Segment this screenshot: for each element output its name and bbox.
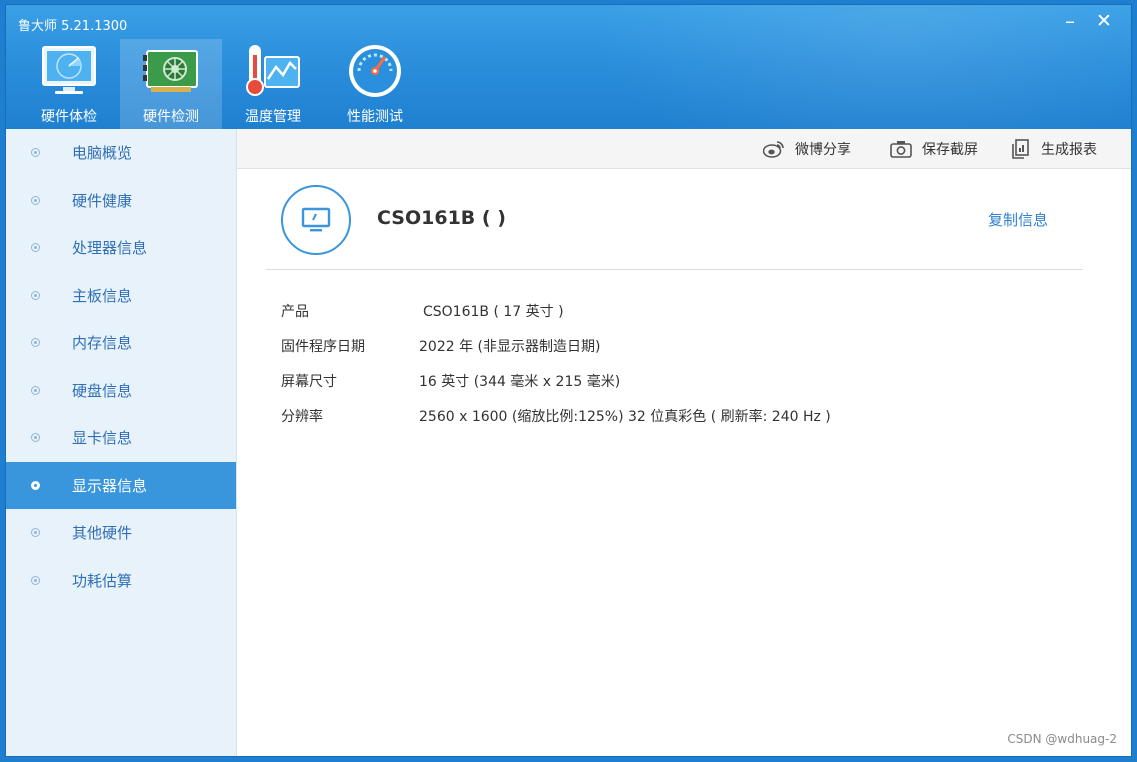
speedometer-icon <box>349 45 401 97</box>
sidebar-item-label: 硬盘信息 <box>72 381 133 400</box>
circuit-board-icon <box>143 50 198 92</box>
tab-label: 温度管理 <box>245 109 301 125</box>
watermark: CSDN @wdhuag-2 <box>1007 732 1117 746</box>
bullet-icon <box>31 480 40 490</box>
sidebar-item-label: 处理器信息 <box>72 239 148 258</box>
tab-label: 性能测试 <box>347 109 403 125</box>
info-row-screen-size: 屏幕尺寸 16 英寸 (344 毫米 x 215 毫米) <box>281 371 620 391</box>
minimize-button[interactable]: – <box>1056 9 1084 33</box>
sidebar-item-label: 硬件健康 <box>72 191 133 210</box>
info-key: 产品 <box>281 304 309 320</box>
tab-temperature[interactable]: 温度管理 <box>222 39 324 129</box>
sidebar-item-label: 其他硬件 <box>72 524 133 543</box>
weibo-share-label: 微博分享 <box>795 142 851 158</box>
app-title: 鲁大师 5.21.1300 <box>18 19 128 34</box>
tab-label: 硬件体检 <box>41 109 97 125</box>
sidebar-item-other[interactable]: 其他硬件 <box>6 509 236 557</box>
info-key: 固件程序日期 <box>281 339 365 355</box>
info-key: 分辨率 <box>281 409 323 425</box>
generate-report-button[interactable]: 生成报表 <box>1011 129 1097 169</box>
generate-report-label: 生成报表 <box>1041 142 1097 158</box>
bullet-icon <box>31 290 40 300</box>
save-screenshot-label: 保存截屏 <box>922 142 978 158</box>
tab-hardware-checkup[interactable]: 硬件体检 <box>18 39 120 129</box>
weibo-icon <box>763 141 784 158</box>
sidebar-item-cpu[interactable]: 处理器信息 <box>6 224 236 272</box>
sidebar-item-memory[interactable]: 内存信息 <box>6 319 236 367</box>
sidebar-item-label: 内存信息 <box>72 334 133 353</box>
bullet-icon <box>31 528 40 538</box>
main-content: CSO161B ( ) 复制信息 产品 CSO161B ( 17 英寸 ) 固件… <box>237 169 1131 756</box>
copy-info-link[interactable]: 复制信息 <box>988 209 1048 230</box>
info-row-firmware-date: 固件程序日期 2022 年 (非显示器制造日期) <box>281 336 600 356</box>
sidebar-item-motherboard[interactable]: 主板信息 <box>6 272 236 320</box>
info-key: 屏幕尺寸 <box>281 374 337 390</box>
bullet-icon <box>31 575 40 585</box>
tab-label: 硬件检测 <box>143 109 199 125</box>
header: 鲁大师 5.21.1300 – ✕ 硬件体检 硬件检测 温度管理 性能测试 <box>6 5 1131 129</box>
main-tabs: 硬件体检 硬件检测 温度管理 性能测试 <box>18 39 426 129</box>
monitor-icon <box>301 207 331 232</box>
bullet-icon <box>31 195 40 205</box>
sidebar-item-gpu[interactable]: 显卡信息 <box>6 414 236 462</box>
info-row-resolution: 分辨率 2560 x 1600 (缩放比例:125%) 32 位真彩色 ( 刷新… <box>281 406 831 426</box>
thermometer-chart-icon <box>246 45 300 96</box>
app-window: 鲁大师 5.21.1300 – ✕ 硬件体检 硬件检测 温度管理 性能测试 电脑… <box>6 5 1131 756</box>
sidebar-item-label: 功耗估算 <box>72 571 133 590</box>
bullet-icon <box>31 385 40 395</box>
info-value: CSO161B ( 17 英寸 ) <box>423 304 564 320</box>
sidebar-item-health[interactable]: 硬件健康 <box>6 177 236 225</box>
save-screenshot-button[interactable]: 保存截屏 <box>890 129 978 169</box>
bullet-icon <box>31 338 40 348</box>
tab-hardware-detect[interactable]: 硬件检测 <box>120 39 222 129</box>
info-value: 16 英寸 (344 毫米 x 215 毫米) <box>419 374 621 390</box>
sidebar-item-label: 显示器信息 <box>72 476 148 495</box>
info-value: 2560 x 1600 (缩放比例:125%) 32 位真彩色 ( 刷新率: 2… <box>419 409 831 425</box>
report-icon <box>1012 139 1029 159</box>
sidebar-item-display[interactable]: 显示器信息 <box>6 461 236 509</box>
bullet-icon <box>31 148 40 158</box>
monitor-radar-icon <box>42 46 96 94</box>
close-button[interactable]: ✕ <box>1090 9 1118 33</box>
tab-performance[interactable]: 性能测试 <box>324 39 426 129</box>
sidebar-item-disk[interactable]: 硬盘信息 <box>6 367 236 415</box>
toolbar: 微博分享 保存截屏 生成报表 <box>237 129 1131 169</box>
sidebar-item-label: 显卡信息 <box>72 429 133 448</box>
sidebar-item-label: 电脑概览 <box>72 144 133 163</box>
camera-icon <box>890 141 912 158</box>
sidebar-item-power[interactable]: 功耗估算 <box>6 557 236 605</box>
info-value: 2022 年 (非显示器制造日期) <box>419 339 601 355</box>
info-row-product: 产品 CSO161B ( 17 英寸 ) <box>281 301 564 321</box>
sidebar-item-label: 主板信息 <box>72 286 133 305</box>
bullet-icon <box>31 433 40 443</box>
monitor-badge <box>281 185 351 255</box>
divider <box>266 269 1083 270</box>
weibo-share-button[interactable]: 微博分享 <box>763 129 851 169</box>
sidebar: 电脑概览 硬件健康 处理器信息 主板信息 内存信息 硬盘信息 显卡信息 显示器信… <box>6 129 237 756</box>
bullet-icon <box>31 243 40 253</box>
sidebar-item-overview[interactable]: 电脑概览 <box>6 129 236 177</box>
device-title: CSO161B ( ) <box>377 207 506 229</box>
